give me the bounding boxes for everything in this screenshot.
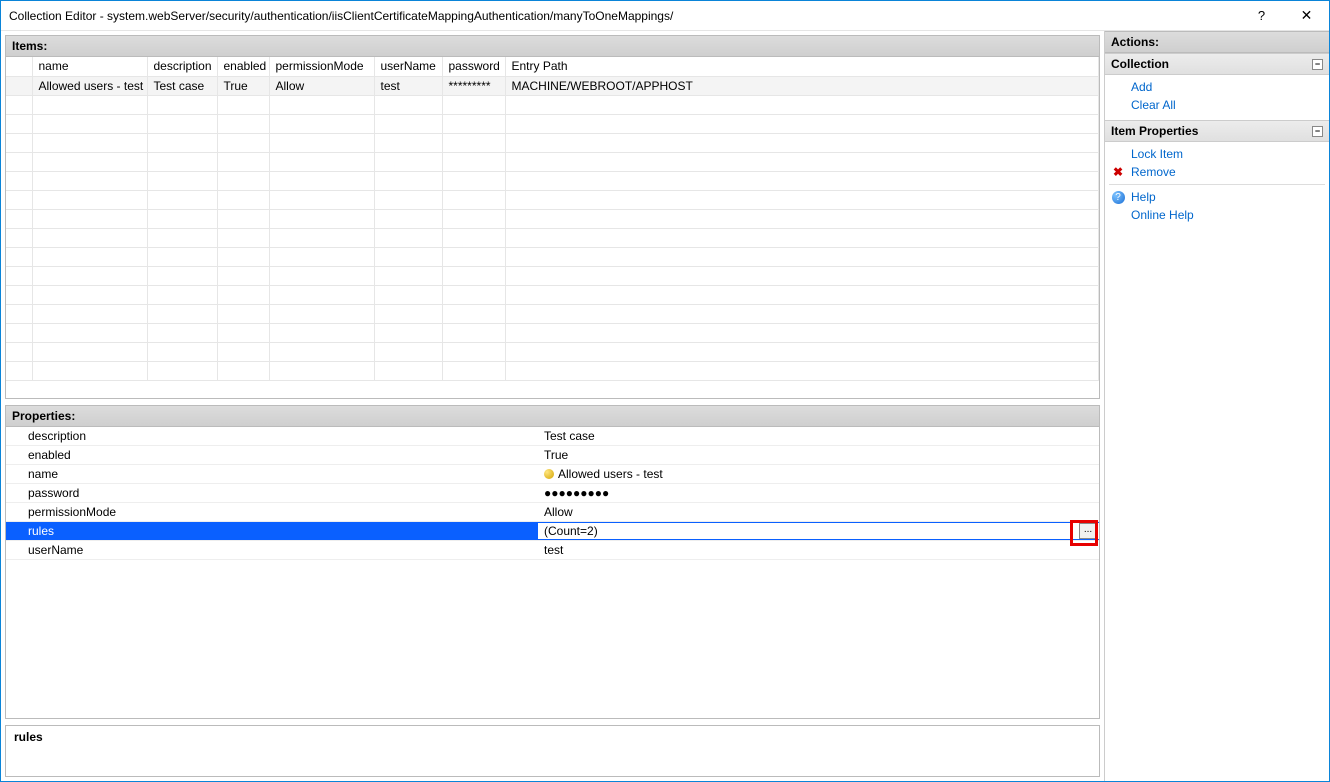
col-entry-path[interactable]: Entry Path [505,57,1099,76]
prop-name: permissionMode [24,505,538,519]
col-permission-mode[interactable]: permissionMode [269,57,374,76]
prop-name: name [24,467,538,481]
action-clear-all[interactable]: Clear All [1109,96,1325,114]
titlebar-help-button[interactable]: ? [1239,2,1284,30]
action-add[interactable]: Add [1109,78,1325,96]
action-remove[interactable]: ✖ Remove [1109,163,1325,181]
col-description[interactable]: description [147,57,217,76]
prop-value[interactable]: (Count=2) ... [538,523,1099,539]
description-title: rules [14,730,1091,744]
prop-value[interactable]: Test case [538,429,1099,443]
remove-icon: ✖ [1111,165,1125,179]
action-help[interactable]: ? Help [1109,188,1325,206]
collapse-icon[interactable]: − [1312,126,1323,137]
properties-header: Properties: [5,405,1100,427]
items-grid[interactable]: name description enabled permissionMode … [5,57,1100,399]
titlebar-close-button[interactable]: ✕ [1284,2,1329,30]
prop-row-description[interactable]: description Test case [6,427,1099,446]
col-enabled[interactable]: enabled [217,57,269,76]
collection-editor-window: Collection Editor - system.webServer/sec… [0,0,1330,782]
col-name[interactable]: name [32,57,147,76]
prop-name: description [24,429,538,443]
actions-pane: Actions: Collection − Add Clear All Item… [1104,31,1329,781]
col-password[interactable]: password [442,57,505,76]
prop-name: password [24,486,538,500]
prop-value[interactable]: Allow [538,505,1099,519]
action-online-help[interactable]: Online Help [1109,206,1325,224]
prop-row-name[interactable]: name Allowed users - test [6,465,1099,484]
key-icon [544,469,554,479]
cell-entry-path: MACHINE/WEBROOT/APPHOST [505,76,1099,95]
prop-row-rules[interactable]: rules (Count=2) ... [6,522,1099,541]
close-icon: ✕ [1301,7,1313,24]
col-user-name[interactable]: userName [374,57,442,76]
cell-description: Test case [147,76,217,95]
window-title: Collection Editor - system.webServer/sec… [9,9,1239,23]
section-item-properties[interactable]: Item Properties − [1105,120,1329,142]
help-icon: ? [1112,191,1125,204]
prop-value[interactable]: Allowed users - test [538,467,1099,481]
prop-value[interactable]: test [538,543,1099,557]
prop-name: userName [24,543,538,557]
rules-ellipsis-button[interactable]: ... [1079,523,1097,539]
prop-row-enabled[interactable]: enabled True [6,446,1099,465]
items-header: Items: [5,35,1100,57]
titlebar: Collection Editor - system.webServer/sec… [1,1,1329,31]
action-lock-item[interactable]: Lock Item [1109,145,1325,163]
prop-value[interactable]: True [538,448,1099,462]
prop-row-password[interactable]: password ●●●●●●●●● [6,484,1099,503]
cell-name: Allowed users - test [32,76,147,95]
prop-row-permission-mode[interactable]: permissionMode Allow [6,503,1099,522]
properties-grid: description Test case enabled True name [5,427,1100,719]
prop-value[interactable]: ●●●●●●●●● [538,486,1099,500]
actions-header: Actions: [1105,31,1329,53]
grid-header-row: name description enabled permissionMode … [6,57,1099,76]
cell-permission-mode: Allow [269,76,374,95]
table-row[interactable]: Allowed users - test Test case True Allo… [6,76,1099,95]
cell-password: ********* [442,76,505,95]
collapse-icon[interactable]: − [1312,59,1323,70]
prop-row-user-name[interactable]: userName test [6,541,1099,560]
cell-enabled: True [217,76,269,95]
section-collection[interactable]: Collection − [1105,53,1329,75]
description-panel: rules [5,725,1100,777]
help-icon: ? [1258,8,1265,23]
prop-name: rules [24,524,538,538]
prop-name: enabled [24,448,538,462]
cell-user-name: test [374,76,442,95]
